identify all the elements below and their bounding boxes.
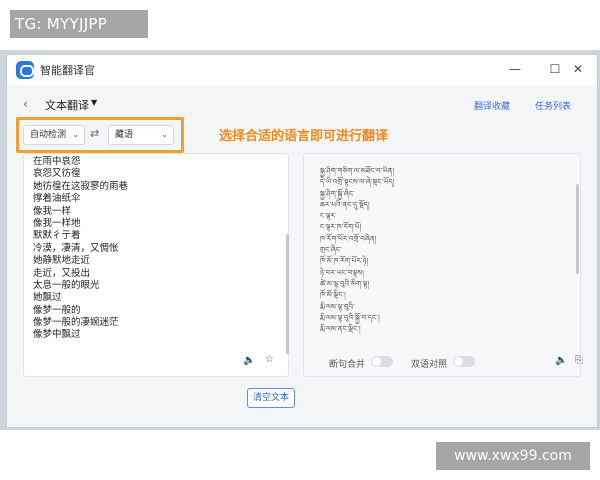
source-text-panel[interactable]: 在雨中哀怨 哀怨又彷徨 她彷徨在这寂寥的雨巷 撑着油纸伞 像我一样 像我一样地 默默彳亍着冷… xyxy=(23,153,289,377)
title-bar: 智能翻译官 — ☐ ✕ xyxy=(7,55,597,85)
source-language-label: 自动检测 xyxy=(30,130,67,140)
translation-speaker-icon[interactable]: 🔈 xyxy=(555,355,567,366)
translation-text-line: ཁོ་མོ་ལྡིང་། xyxy=(320,291,346,300)
translation-text-line: ང་ལྟར་ xyxy=(320,212,337,221)
translation-text-line: གྲང་ཞིང་ xyxy=(320,246,342,255)
mode-dropdown-icon[interactable]: ▼ xyxy=(91,98,97,107)
translation-text-line: རྨི་ལམ་ནང་ལྡིང་། xyxy=(320,325,361,334)
translation-text-area: སྐྱ་ཤིག་གཅིག་ལ་མཐོང་བ་ཡིན། དེ་ཡི་འགྲོ་སྟང… xyxy=(320,166,570,346)
translation-panel: སྐྱ་ཤིག་གཅིག་ལ་མཐོང་བ་ཡིན། དེ་ཡི་འགྲོ་སྟང… xyxy=(303,153,581,377)
source-text-line: 像梦中飘过 xyxy=(33,329,81,341)
app-title: 智能翻译官 xyxy=(40,64,95,77)
merge-sentences-label: 断句合并 xyxy=(329,360,366,370)
translation-text-line: ང་ལྟར་ཁ་རོག་པོ། xyxy=(320,223,362,232)
source-scrollbar[interactable] xyxy=(286,234,289,354)
translation-text-line: རྨི་ལམ་ལྟ་བུའི་སྐྱོ་བ་དང་། xyxy=(320,313,380,322)
chevron-down-icon: ⌄ xyxy=(72,130,79,139)
translation-text-line: རྨི་ལམ་ལྟ་བུའི་ xyxy=(320,302,355,311)
source-speaker-icon[interactable]: 🔈 xyxy=(243,355,255,366)
translation-text-line: ཚེ་མ་ལྟ་བུའི་མིག་ལྟ། xyxy=(320,279,370,288)
close-button[interactable]: ✕ xyxy=(570,60,586,78)
target-language-label: 藏语 xyxy=(115,130,134,140)
swap-language-icon[interactable]: ⇄ xyxy=(90,127,99,140)
translation-text-line: སྐྱ་ཤིག་གཅིག་ལ་མཐོང་བ་ཡིན། xyxy=(320,167,395,175)
bilingual-toggle[interactable] xyxy=(453,356,475,367)
source-text-line: 她彷徨在这寂寥的雨巷 xyxy=(33,180,129,192)
source-text-line: 太息一般的眼光 xyxy=(33,279,100,291)
annotation-text: 选择合适的语言即可进行翻译 xyxy=(219,129,389,144)
source-text-line: 像我一样 xyxy=(33,205,72,217)
translation-text-line: ཉེ་བར་ཡང་བལྟས། xyxy=(320,268,364,277)
source-text-line: 她飘过 xyxy=(33,292,62,304)
copy-icon[interactable]: ⎘ xyxy=(575,355,583,366)
back-button[interactable]: ‹ xyxy=(23,96,37,112)
source-text-line: 像我一样地 xyxy=(33,217,81,229)
translation-text-line: ཆར་པའི་ནང་དུ་སྡོད། xyxy=(320,200,370,209)
source-text-line: 默默彳亍着 xyxy=(33,230,81,242)
source-text-line: 撑着油纸伞 xyxy=(33,193,81,205)
favorite-star-icon[interactable]: ☆ xyxy=(265,354,274,365)
app-window: 智能翻译官 — ☐ ✕ ‹ 文本翻译 ▼ 翻译收藏 任务列表 自动检测 ⌄ ⇄ … xyxy=(6,54,598,428)
translation-scrollbar[interactable] xyxy=(576,184,579,274)
minimize-button[interactable]: — xyxy=(507,60,523,78)
maximize-button[interactable]: ☐ xyxy=(547,60,563,78)
source-text-area[interactable]: 在雨中哀怨 哀怨又彷徨 她彷徨在这寂寥的雨巷 撑着油纸伞 像我一样 像我一样地 默默彳亍着冷… xyxy=(33,156,273,348)
clear-text-button[interactable]: 清空文本 xyxy=(247,388,295,408)
chevron-down-icon: ⌄ xyxy=(161,130,168,139)
source-text-line: 在雨中哀怨 xyxy=(33,156,81,167)
source-text-line: 她静默地走近 xyxy=(33,255,91,267)
watermark-bottom: www.xwx99.com xyxy=(436,442,590,470)
bilingual-label: 双语对照 xyxy=(411,360,448,370)
target-language-select[interactable]: 藏语 ⌄ xyxy=(108,125,174,145)
translation-text-line: ཁ་རོག་པོར་འགྲོ་བཞིན། xyxy=(320,234,377,243)
task-list-link[interactable]: 任务列表 xyxy=(535,99,571,112)
translation-text-line: དེ་ཡི་འགྲོ་སྟངས་ལ་ཞེ་སྡང་ཡོད། xyxy=(320,178,395,187)
translation-text-line: ཁོ་མོ་ཁ་རོག་པོར་ཉེ། xyxy=(320,257,369,266)
source-text-line: 走近，又投出 xyxy=(33,267,91,279)
source-language-select[interactable]: 自动检测 ⌄ xyxy=(23,125,85,145)
watermark-top: TG: MYYJJPP xyxy=(10,10,148,38)
source-text-line: 像梦一般的 xyxy=(33,304,81,316)
source-text-line: 像梦一般的凄婉迷茫 xyxy=(33,317,119,329)
app-logo-icon xyxy=(16,61,34,79)
mode-title[interactable]: 文本翻译 xyxy=(45,97,89,113)
source-text-line: 冷漠，凄清，又惆怅 xyxy=(33,242,119,254)
source-text-line: 哀怨又彷徨 xyxy=(33,168,81,180)
favorites-link[interactable]: 翻译收藏 xyxy=(474,99,510,112)
translation-text-line: སྐྱ་ཤིག་སྐྱོ་ཞིང་ xyxy=(320,189,355,198)
merge-sentences-toggle[interactable] xyxy=(371,356,393,367)
